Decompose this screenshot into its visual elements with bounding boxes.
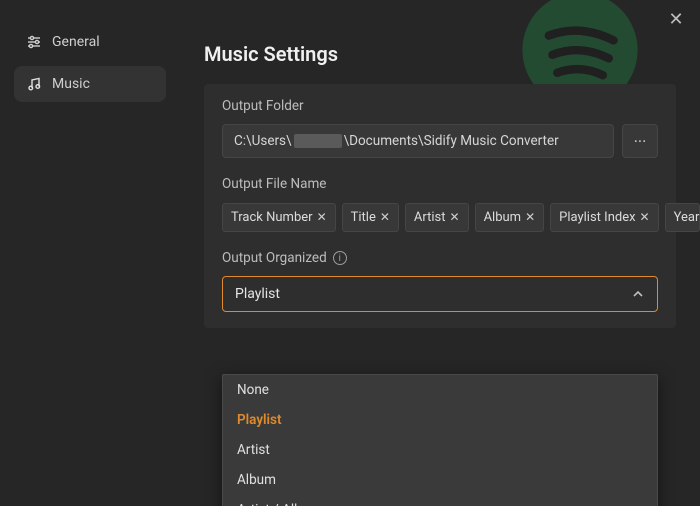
option-album[interactable]: Album bbox=[223, 465, 657, 495]
output-organized-label: Output Organized i bbox=[222, 250, 658, 266]
chip-album[interactable]: Album✕ bbox=[475, 203, 545, 232]
output-folder-path-prefix: C:\Users\ bbox=[234, 133, 292, 149]
sidebar-item-label: Music bbox=[52, 76, 90, 92]
settings-sidebar: General Music bbox=[0, 0, 180, 506]
output-organized-select[interactable]: Playlist bbox=[222, 276, 658, 312]
settings-main: ✕ Music Settings Output Folder C:\Users\… bbox=[180, 0, 700, 506]
option-artist-album[interactable]: Artist / Album bbox=[223, 495, 657, 506]
info-icon[interactable]: i bbox=[333, 251, 347, 265]
output-folder-input[interactable]: C:\Users\ \Documents\Sidify Music Conver… bbox=[222, 124, 614, 158]
close-button[interactable]: ✕ bbox=[666, 10, 686, 30]
option-artist[interactable]: Artist bbox=[223, 435, 657, 465]
browse-folder-button[interactable]: ··· bbox=[622, 124, 658, 158]
music-note-icon bbox=[26, 76, 42, 92]
remove-chip-icon[interactable]: ✕ bbox=[317, 210, 327, 224]
remove-chip-icon[interactable]: ✕ bbox=[450, 210, 460, 224]
remove-chip-icon[interactable]: ✕ bbox=[380, 210, 390, 224]
select-value: Playlist bbox=[235, 286, 280, 302]
sidebar-item-general[interactable]: General bbox=[14, 24, 166, 60]
output-folder-path-suffix: \Documents\Sidify Music Converter bbox=[344, 133, 559, 149]
settings-panel: Output Folder C:\Users\ \Documents\Sidif… bbox=[204, 84, 676, 328]
chip-title[interactable]: Title✕ bbox=[342, 203, 399, 232]
chip-playlist-index[interactable]: Playlist Index✕ bbox=[550, 203, 658, 232]
chip-track-number[interactable]: Track Number✕ bbox=[222, 203, 336, 232]
remove-chip-icon[interactable]: ✕ bbox=[640, 210, 650, 224]
sidebar-item-music[interactable]: Music bbox=[14, 66, 166, 102]
option-playlist[interactable]: Playlist bbox=[223, 405, 657, 435]
sidebar-item-label: General bbox=[52, 34, 100, 50]
chip-artist[interactable]: Artist✕ bbox=[405, 203, 469, 232]
output-file-name-label: Output File Name bbox=[222, 176, 658, 192]
sliders-icon bbox=[26, 34, 42, 50]
ellipsis-icon: ··· bbox=[634, 132, 647, 151]
file-name-chips: Track Number✕ Title✕ Artist✕ Album✕ Play… bbox=[222, 202, 658, 232]
option-none[interactable]: None bbox=[223, 375, 657, 405]
output-organized-dropdown: None Playlist Artist Album Artist / Albu… bbox=[222, 374, 658, 506]
chip-year[interactable]: Year bbox=[665, 203, 700, 232]
output-folder-label: Output Folder bbox=[222, 98, 658, 114]
remove-chip-icon[interactable]: ✕ bbox=[525, 210, 535, 224]
close-icon: ✕ bbox=[668, 11, 683, 29]
chevron-up-icon bbox=[631, 287, 645, 301]
redacted-username bbox=[294, 134, 342, 148]
